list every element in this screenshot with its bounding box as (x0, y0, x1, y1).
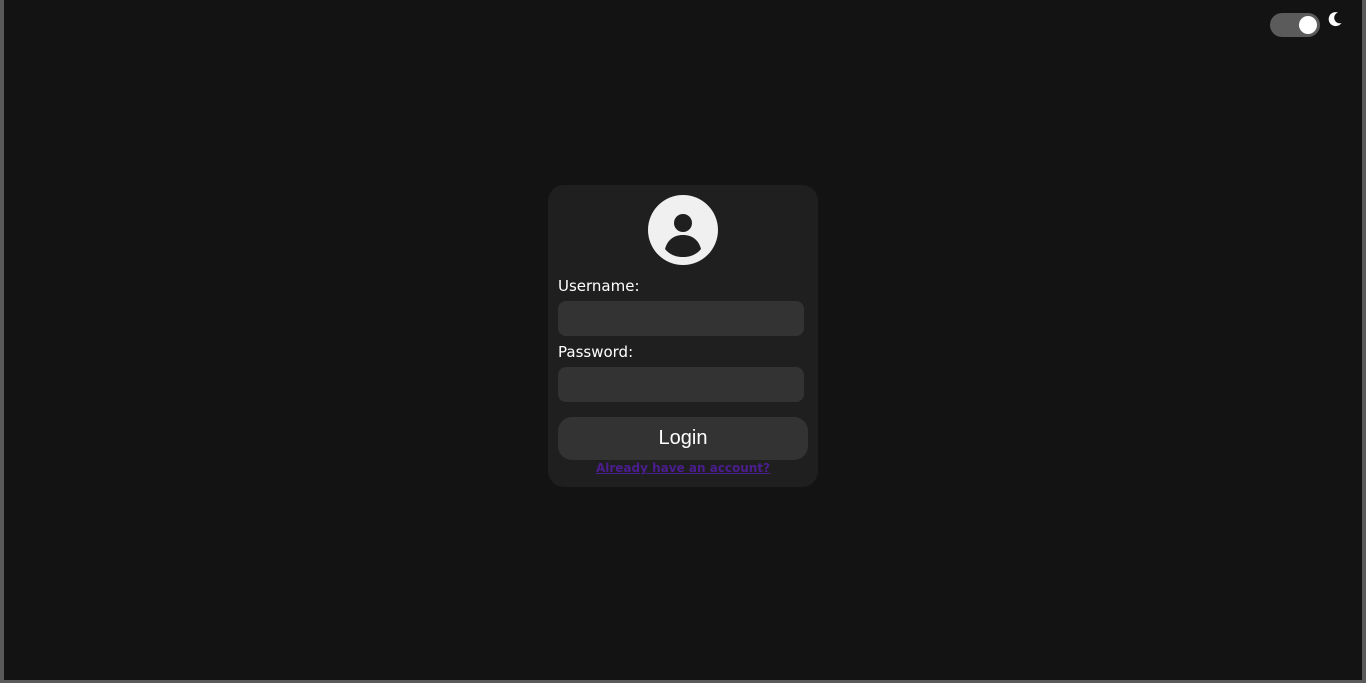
user-avatar-icon (648, 195, 718, 265)
username-label: Username: (558, 277, 640, 295)
login-button[interactable]: Login (558, 417, 808, 460)
page-background: Username: Password: Login Already have a… (4, 0, 1362, 680)
username-input[interactable] (558, 301, 804, 336)
password-label: Password: (558, 343, 634, 361)
theme-toggle-knob[interactable] (1299, 16, 1317, 34)
login-card: Username: Password: Login Already have a… (548, 185, 818, 487)
already-have-account-link[interactable]: Already have an account? (548, 461, 818, 475)
theme-toggle[interactable] (1270, 13, 1320, 37)
password-input[interactable] (558, 367, 804, 402)
moon-icon (1328, 12, 1342, 27)
